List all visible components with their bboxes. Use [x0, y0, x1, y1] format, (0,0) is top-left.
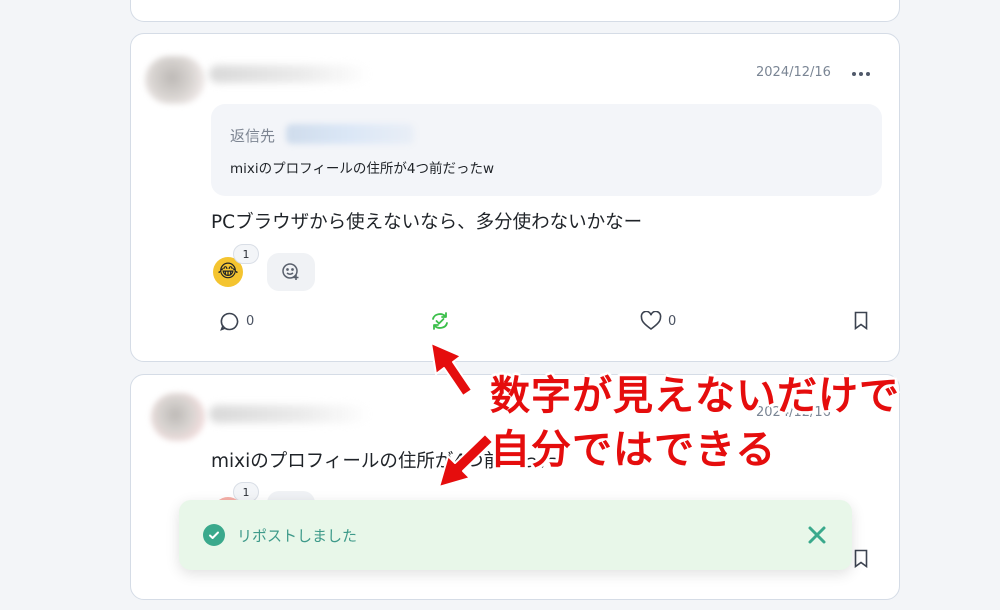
arrow-down-icon — [438, 433, 494, 488]
toast-notification: リポストしました — [179, 500, 852, 570]
toast-message: リポストしました — [237, 527, 358, 545]
close-button[interactable] — [806, 524, 828, 546]
arrow-up-icon — [430, 342, 473, 397]
check-circle-icon — [203, 524, 225, 546]
close-icon — [808, 526, 826, 544]
annotation-line-1: 数字が見えないだけで — [490, 373, 900, 419]
annotation-line-2: 自分ではできる — [490, 427, 777, 473]
